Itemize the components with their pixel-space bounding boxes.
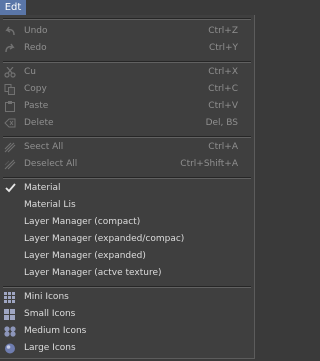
menu-item-label: Layer Manager (expanded) bbox=[24, 251, 146, 261]
menu-item-layer-manager-expanded[interactable]: Layer Manager (expanded) bbox=[0, 248, 254, 265]
menu-item-medium-icons[interactable]: Medium Icons bbox=[0, 323, 254, 340]
undo-icon bbox=[4, 26, 16, 37]
menu-item-label: Layer Manager (expanded/compac) bbox=[24, 234, 185, 244]
menu-item-shortcut: Ctrl+X bbox=[208, 67, 238, 77]
menu-item-layer-manager-expanded-compact[interactable]: Layer Manager (expanded/compac) bbox=[0, 231, 254, 248]
paste-icon bbox=[4, 101, 16, 112]
menu-item-material-list[interactable]: Material Lis bbox=[0, 197, 254, 214]
copy-icon bbox=[4, 84, 16, 95]
menu-item-label: Paste bbox=[24, 101, 49, 111]
menu-item-shortcut: Ctrl+Z bbox=[208, 26, 238, 36]
menu-item-layer-manager-active-texture[interactable]: Layer Manager (actve texture) bbox=[0, 265, 254, 282]
deselect-all-icon bbox=[4, 159, 16, 170]
edit-menu-button[interactable]: Edt bbox=[0, 0, 26, 15]
menu-item-label: Layer Manager (compact) bbox=[24, 217, 141, 227]
menu-item-shortcut: Ctrl+V bbox=[208, 101, 238, 111]
menu-separator bbox=[3, 177, 251, 179]
menu-item-label: Material bbox=[24, 183, 61, 193]
menu-item-label: Material Lis bbox=[24, 200, 76, 210]
menu-item-shortcut: Ctrl+A bbox=[208, 142, 238, 152]
large-icons-icon bbox=[4, 343, 16, 354]
menu-separator bbox=[3, 61, 251, 63]
menu-item-material[interactable]: Material bbox=[0, 180, 254, 197]
menu-item-layer-manager-compact[interactable]: Layer Manager (compact) bbox=[0, 214, 254, 231]
menubar: Edt bbox=[0, 0, 255, 15]
menu-item-shortcut: Ctrl+Y bbox=[208, 43, 238, 53]
menu-item-cut[interactable]: Cu Ctrl+X bbox=[0, 64, 254, 81]
menu-item-paste[interactable]: Paste Ctrl+V bbox=[0, 98, 254, 115]
menu-item-label: Redo bbox=[24, 43, 47, 53]
menu-item-delete[interactable]: Delete Del, BS bbox=[0, 115, 254, 132]
menu-item-label: Medium Icons bbox=[24, 326, 87, 336]
menu-item-label: Small Icons bbox=[24, 309, 76, 319]
menu-item-label: Delete bbox=[24, 118, 54, 128]
menu-separator bbox=[3, 286, 251, 288]
menu-item-shortcut: Del, BS bbox=[205, 118, 238, 128]
menu-item-label: Copy bbox=[24, 84, 47, 94]
menu-item-label: Seect All bbox=[24, 142, 64, 152]
cut-icon bbox=[4, 66, 16, 78]
redo-icon bbox=[4, 43, 16, 54]
menu-item-label: Large Icons bbox=[24, 343, 76, 353]
menu-item-redo[interactable]: Redo Ctrl+Y bbox=[0, 40, 254, 57]
edit-dropdown-menu: Undo Ctrl+Z Redo Ctrl+Y Cu Ctrl+X Copy C… bbox=[0, 15, 255, 359]
checkmark-icon bbox=[5, 182, 17, 193]
delete-icon bbox=[4, 118, 16, 129]
menu-item-copy[interactable]: Copy Ctrl+C bbox=[0, 81, 254, 98]
menu-item-undo[interactable]: Undo Ctrl+Z bbox=[0, 23, 254, 40]
small-icons-icon bbox=[4, 309, 16, 320]
menu-item-label: Deselect All bbox=[24, 159, 78, 169]
menu-item-label: Layer Manager (actve texture) bbox=[24, 268, 162, 278]
menu-item-label: Cu bbox=[24, 67, 36, 77]
menu-item-mini-icons[interactable]: Mini Icons bbox=[0, 289, 254, 306]
menu-item-deselect-all[interactable]: Deselect All Ctrl+Shift+A bbox=[0, 156, 254, 173]
medium-icons-icon bbox=[4, 326, 16, 337]
mini-icons-icon bbox=[4, 292, 16, 303]
menu-item-small-icons[interactable]: Small Icons bbox=[0, 306, 254, 323]
menu-separator bbox=[3, 136, 251, 138]
menu-item-shortcut: Ctrl+Shift+A bbox=[180, 159, 238, 169]
menu-item-label: Mini Icons bbox=[24, 292, 69, 302]
menu-separator bbox=[3, 18, 251, 20]
select-all-icon bbox=[4, 142, 16, 153]
menu-item-label: Undo bbox=[24, 26, 48, 36]
menu-item-shortcut: Ctrl+C bbox=[208, 84, 238, 94]
menu-item-large-icons[interactable]: Large Icons bbox=[0, 340, 254, 357]
menu-item-select-all[interactable]: Seect All Ctrl+A bbox=[0, 139, 254, 156]
